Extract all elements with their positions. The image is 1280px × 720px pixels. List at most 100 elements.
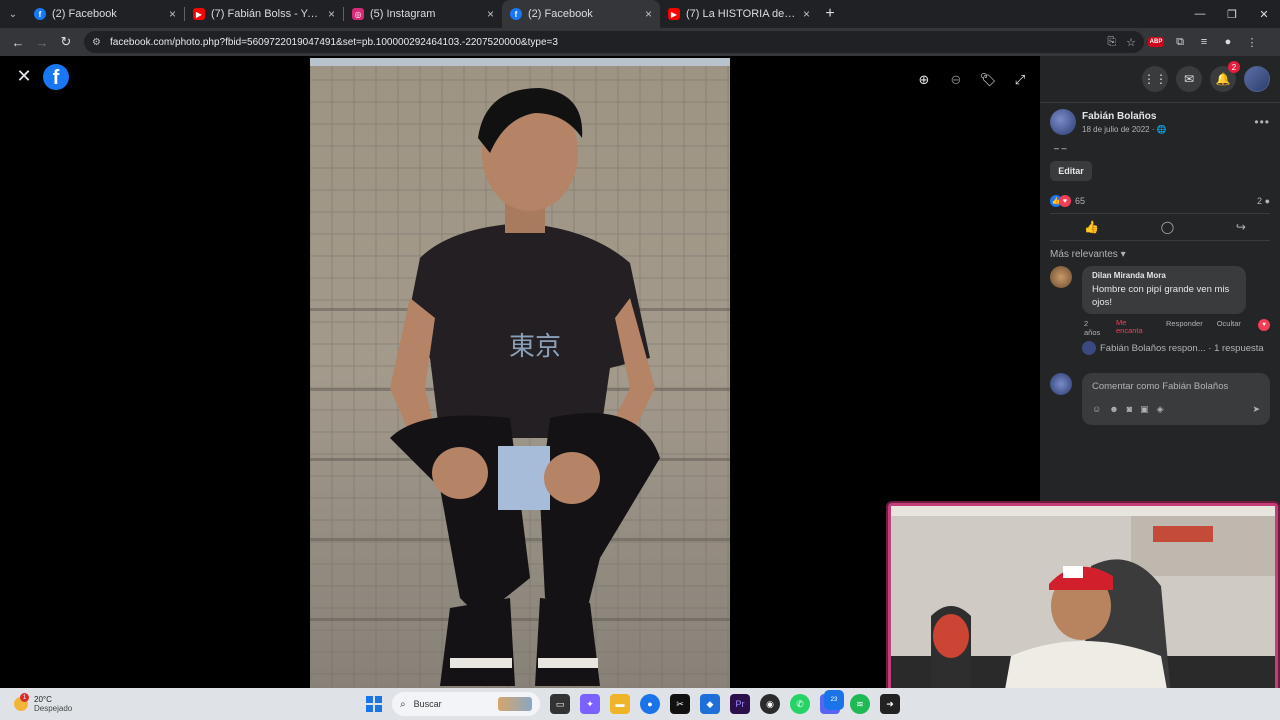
comment-sort-dropdown[interactable]: Más relevantes ▾ xyxy=(1040,241,1280,260)
obs-icon[interactable]: ◉ xyxy=(760,694,780,714)
edit-button[interactable]: Editar xyxy=(1050,161,1092,181)
back-icon[interactable]: ← xyxy=(6,30,30,54)
tab-title: (5) Instagram xyxy=(370,8,436,20)
emoji-icon[interactable]: ☻ xyxy=(1109,404,1118,415)
task-view-icon[interactable]: ▭ xyxy=(550,694,570,714)
comment-placeholder[interactable]: Comentar como Fabián Bolaños xyxy=(1092,381,1260,392)
post-caption: ‒ ‒ xyxy=(1054,143,1067,153)
close-tab-icon[interactable]: × xyxy=(803,7,810,21)
adblock-extension-icon[interactable]: ABP xyxy=(1144,30,1168,54)
close-window-icon[interactable]: ✕ xyxy=(1248,0,1280,28)
reaction-count[interactable]: 65 xyxy=(1075,196,1085,206)
messenger-icon[interactable]: ✉ xyxy=(1176,66,1202,92)
bookmark-star-icon[interactable]: ☆ xyxy=(1126,36,1136,49)
commenter-avatar[interactable] xyxy=(1050,266,1072,288)
close-tab-icon[interactable]: × xyxy=(169,7,176,21)
browser-tab[interactable]: ◎ (5) Instagram × xyxy=(344,0,502,28)
discord-icon[interactable]: ◕23 xyxy=(820,690,844,714)
capcut-icon[interactable]: ✂ xyxy=(670,694,690,714)
hide-button[interactable]: Ocultar xyxy=(1217,319,1241,328)
account-avatar[interactable] xyxy=(1244,66,1270,92)
svg-text:東京: 東京 xyxy=(509,332,561,362)
comment-input[interactable]: Comentar como Fabián Bolaños ☺ ☻ ◙ ▣ ◈ ➤ xyxy=(1082,373,1270,425)
webcam-overlay xyxy=(888,503,1278,715)
whatsapp-icon[interactable]: ✆ xyxy=(790,694,810,714)
tab-title: (7) La HISTORIA de LA JOAQUI xyxy=(686,8,797,20)
app-icon[interactable]: ◆ xyxy=(700,694,720,714)
love-reaction-button[interactable]: Me encanta xyxy=(1116,319,1146,335)
notification-badge: 2 xyxy=(1228,61,1240,73)
zoom-out-icon[interactable]: ⊖ xyxy=(944,68,968,92)
weather-widget[interactable]: 1 20°C Despejado xyxy=(0,693,300,713)
notifications-bell-icon[interactable]: 🔔 2 xyxy=(1210,61,1240,92)
search-highlight-image xyxy=(498,697,532,711)
comment-age[interactable]: 2 años xyxy=(1084,319,1100,337)
premiere-pro-icon[interactable]: Pr xyxy=(730,694,750,714)
media-control-icon[interactable]: ≡ xyxy=(1192,30,1216,54)
like-icon[interactable]: 👍 xyxy=(1084,220,1099,234)
more-options-icon[interactable]: ••• xyxy=(1254,115,1270,129)
comment-bubble: Dilan Miranda Mora Hombre con pipí grand… xyxy=(1082,266,1246,314)
install-app-icon[interactable]: ⎘ xyxy=(1107,36,1116,49)
tag-icon[interactable]: 🏷 xyxy=(976,68,1000,92)
taskbar-search[interactable]: ⌕ Buscar xyxy=(392,692,540,716)
chrome-icon[interactable]: ● xyxy=(640,694,660,714)
browser-tab[interactable]: ▶ (7) Fabián Bolss - YouTube × xyxy=(185,0,343,28)
extensions-icon[interactable]: ⧉ xyxy=(1168,30,1192,54)
close-icon[interactable]: ✕ xyxy=(14,66,34,86)
camera-icon[interactable]: ◙ xyxy=(1127,404,1132,415)
windows-start-icon[interactable] xyxy=(366,696,382,712)
browser-tab[interactable]: ▶ (7) La HISTORIA de LA JOAQUI × xyxy=(660,0,818,28)
comment-text: Hombre con pipí grande ven mis ojos! xyxy=(1092,284,1230,308)
minimize-icon[interactable]: — xyxy=(1184,0,1216,28)
tab-search-button[interactable]: ⌄ xyxy=(0,0,26,28)
comment-bubble-icon: ● xyxy=(1264,196,1270,206)
comment-count[interactable]: 2 ● xyxy=(1257,196,1270,206)
view-replies-link[interactable]: Fabián Bolaños respon... · 1 respuesta xyxy=(1082,341,1280,355)
app-arrow-icon[interactable]: ➜ xyxy=(880,694,900,714)
post-header: Fabián Bolaños 18 de julio de 2022 · 🌐 •… xyxy=(1040,102,1280,135)
fullscreen-icon[interactable]: ⤢ xyxy=(1008,68,1032,92)
browser-menu-icon[interactable]: ⋮ xyxy=(1240,30,1264,54)
browser-tab[interactable]: f (2) Facebook × xyxy=(26,0,184,28)
avatar-sticker-icon[interactable]: ☺ xyxy=(1092,404,1101,415)
author-avatar[interactable] xyxy=(1050,109,1076,135)
close-tab-icon[interactable]: × xyxy=(328,7,335,21)
spotify-icon[interactable]: ≋ xyxy=(850,694,870,714)
taskbar: 1 20°C Despejado ⌕ Buscar ▭ ✦ ▬ ● ✂ ◆ Pr… xyxy=(0,688,1280,720)
restore-icon[interactable]: ❐ xyxy=(1216,0,1248,28)
caret-down-icon: ▾ xyxy=(1120,249,1126,260)
browser-tab-active[interactable]: f (2) Facebook × xyxy=(502,0,660,28)
post-photo[interactable]: 東京 xyxy=(310,58,730,688)
new-tab-button[interactable]: + xyxy=(818,0,842,28)
forward-icon[interactable]: → xyxy=(30,30,54,54)
post-date[interactable]: 18 de julio de 2022 · xyxy=(1082,125,1155,134)
url-text[interactable]: facebook.com/photo.php?fbid=560972201904… xyxy=(110,37,1097,48)
comment-icon[interactable]: ◯ xyxy=(1161,220,1174,234)
share-icon[interactable]: ↪ xyxy=(1236,220,1246,234)
site-info-icon[interactable]: ⚙ xyxy=(92,37,104,48)
gif-icon[interactable]: ▣ xyxy=(1140,404,1149,415)
post-actions: 👍 ◯ ↪ xyxy=(1050,213,1270,241)
author-name[interactable]: Fabián Bolaños xyxy=(1082,111,1167,122)
close-tab-icon[interactable]: × xyxy=(645,7,652,21)
love-reaction-icon: ♥ xyxy=(1059,195,1071,207)
close-tab-icon[interactable]: × xyxy=(487,7,494,21)
instagram-icon: ◎ xyxy=(352,8,364,20)
taskbar-apps: ▭ ✦ ▬ ● ✂ ◆ Pr ◉ ✆ ◕23 ≋ ➜ xyxy=(550,690,900,714)
zoom-in-icon[interactable]: ⊕ xyxy=(912,68,936,92)
reload-icon[interactable]: ↻ xyxy=(54,30,78,54)
sticker-icon[interactable]: ◈ xyxy=(1157,404,1164,415)
send-icon[interactable]: ➤ xyxy=(1252,404,1260,415)
facebook-logo[interactable]: f xyxy=(43,64,69,90)
commenter-name[interactable]: Dilan Miranda Mora xyxy=(1092,271,1236,280)
file-explorer-icon[interactable]: ▬ xyxy=(610,694,630,714)
address-bar[interactable]: ⚙ facebook.com/photo.php?fbid=5609722019… xyxy=(84,31,1144,53)
profile-avatar[interactable]: ● xyxy=(1216,30,1240,54)
copilot-icon[interactable]: ✦ xyxy=(580,694,600,714)
facebook-icon: f xyxy=(34,8,46,20)
reply-button[interactable]: Responder xyxy=(1166,319,1203,328)
reaction-summary[interactable]: 👍 ♥ 65 2 ● xyxy=(1040,181,1280,207)
reply-summary[interactable]: Fabián Bolaños respon... · 1 respuesta xyxy=(1100,343,1264,354)
menu-grid-icon[interactable]: ⋮⋮ xyxy=(1142,66,1168,92)
